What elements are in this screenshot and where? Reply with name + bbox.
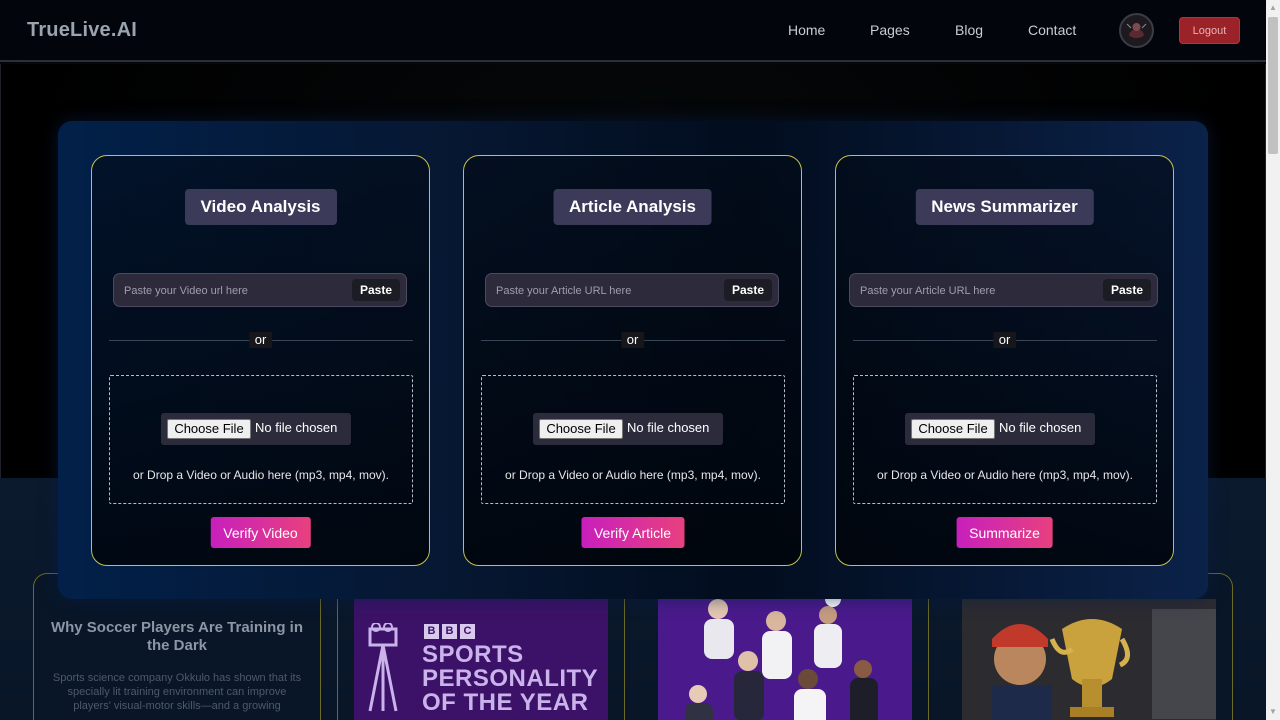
summarize-button[interactable]: Summarize <box>956 517 1053 548</box>
logout-button[interactable]: Logout <box>1179 17 1240 44</box>
choose-file-button[interactable]: Choose File <box>911 419 995 439</box>
drop-hint: or Drop a Video or Audio here (mp3, mp4,… <box>877 468 1133 482</box>
summarizer-url-input[interactable] <box>860 282 1080 300</box>
file-status: No file chosen <box>255 420 338 435</box>
file-drop-zone[interactable]: Choose File No file chosen or Drop a Vid… <box>109 375 413 504</box>
bbc-letter: B <box>442 624 457 639</box>
url-input-group: Paste <box>485 273 779 307</box>
file-picker: Choose File No file chosen <box>533 413 723 445</box>
or-label: or <box>620 332 645 348</box>
spoty-line: PERSONALITY <box>422 665 599 692</box>
video-url-input[interactable] <box>124 282 344 300</box>
page-scrollbar[interactable]: ▲ ▼ <box>1266 0 1280 720</box>
nav-link-home[interactable]: Home <box>788 22 825 38</box>
paste-button[interactable]: Paste <box>351 279 400 301</box>
analysis-tools-panel: Video Analysis Paste or Choose File No f… <box>58 121 1208 599</box>
choose-file-button[interactable]: Choose File <box>539 419 623 439</box>
nav-link-contact[interactable]: Contact <box>1028 22 1076 38</box>
navbar: TrueLive.AI Home Pages Blog Contact Logo… <box>0 0 1266 62</box>
article-description: Sports science company Okkulo has shown … <box>52 672 302 712</box>
bbc-letter: C <box>460 624 475 639</box>
scroll-up-arrow-icon[interactable]: ▲ <box>1266 0 1280 16</box>
choose-file-button[interactable]: Choose File <box>167 419 251 439</box>
file-picker: Choose File No file chosen <box>905 413 1095 445</box>
or-label: or <box>992 332 1017 348</box>
user-avatar[interactable] <box>1119 13 1154 48</box>
or-label: or <box>248 332 273 348</box>
trophy-photo <box>962 599 1216 720</box>
card-divider <box>337 599 338 720</box>
brand-logo[interactable]: TrueLive.AI <box>27 19 137 42</box>
paste-button[interactable]: Paste <box>1102 279 1151 301</box>
scrollbar-thumb[interactable] <box>1268 17 1278 154</box>
article-title[interactable]: Why Soccer Players Are Training in the D… <box>50 619 304 655</box>
nav-link-blog[interactable]: Blog <box>955 22 983 38</box>
article-url-input[interactable] <box>496 282 716 300</box>
file-drop-zone[interactable]: Choose File No file chosen or Drop a Vid… <box>853 375 1157 504</box>
spoty-wordmark: SPORTS PERSONALITY OF THE YEAR <box>422 643 598 715</box>
verify-article-button[interactable]: Verify Article <box>580 517 685 548</box>
paste-button[interactable]: Paste <box>723 279 772 301</box>
drop-hint: or Drop a Video or Audio here (mp3, mp4,… <box>505 468 761 482</box>
file-drop-zone[interactable]: Choose File No file chosen or Drop a Vid… <box>481 375 785 504</box>
verify-video-button[interactable]: Verify Video <box>210 517 311 548</box>
spoty-line: OF THE YEAR <box>422 689 589 716</box>
athletes-photo <box>658 599 912 720</box>
video-analysis-card: Video Analysis Paste or Choose File No f… <box>91 155 430 566</box>
article-thumbnail-bbc-spoty[interactable]: B B C SPORTS PERSONALITY OF THE YEAR <box>354 599 608 720</box>
file-status: No file chosen <box>999 420 1082 435</box>
url-input-group: Paste <box>849 273 1158 307</box>
spoty-line: SPORTS <box>422 641 524 668</box>
card-divider <box>928 599 929 720</box>
bbc-logo: B B C <box>424 624 475 639</box>
file-status: No file chosen <box>627 420 710 435</box>
card-title: News Summarizer <box>915 189 1094 225</box>
news-summarizer-card: News Summarizer Paste or Choose File No … <box>835 155 1174 566</box>
card-divider <box>624 599 625 720</box>
card-title: Article Analysis <box>553 189 712 225</box>
file-picker: Choose File No file chosen <box>161 413 351 445</box>
camera-tripod-icon <box>368 623 398 712</box>
article-analysis-card: Article Analysis Paste or Choose File No… <box>463 155 802 566</box>
article-thumbnail-athletes[interactable] <box>658 599 912 720</box>
card-title: Video Analysis <box>184 189 337 225</box>
bbc-letter: B <box>424 624 439 639</box>
drop-hint: or Drop a Video or Audio here (mp3, mp4,… <box>133 468 389 482</box>
url-input-group: Paste <box>113 273 407 307</box>
article-thumbnail-trophy[interactable] <box>962 599 1216 720</box>
nav-link-pages[interactable]: Pages <box>870 22 910 38</box>
scroll-down-arrow-icon[interactable]: ▼ <box>1266 704 1280 720</box>
